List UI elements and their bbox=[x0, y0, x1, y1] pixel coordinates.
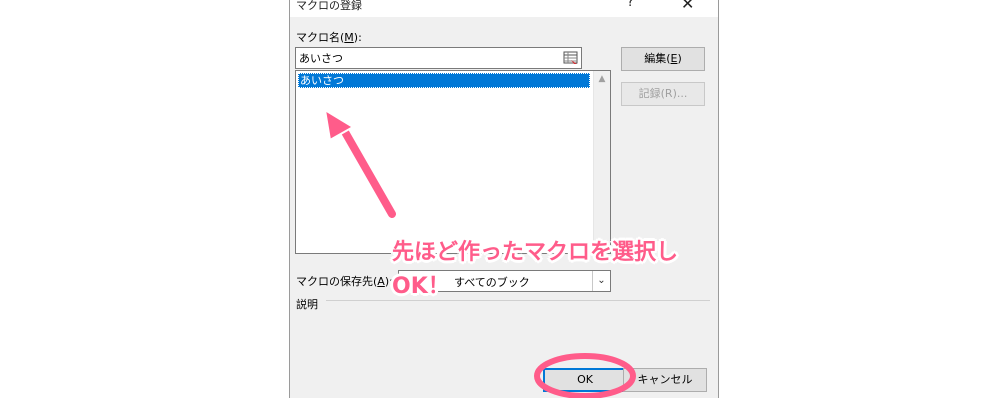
macro-name-label: マクロ名(M): bbox=[296, 31, 362, 44]
close-icon[interactable]: ✕ bbox=[681, 0, 694, 13]
macro-name-field[interactable] bbox=[295, 47, 582, 69]
annotation-line-2: OK！ bbox=[392, 274, 450, 299]
save-location-label: マクロの保存先(A): bbox=[296, 275, 393, 288]
scroll-up-icon[interactable]: ▲ bbox=[594, 71, 610, 88]
range-select-icon[interactable] bbox=[563, 50, 579, 66]
annotation-line-1: 先ほど作ったマクロを選択し bbox=[392, 240, 679, 265]
help-icon[interactable]: ? bbox=[627, 0, 634, 10]
description-label: 説明 bbox=[296, 298, 318, 311]
macro-listbox[interactable]: あいさつ ▲ bbox=[295, 70, 611, 254]
dialog-title: マクロの登録 bbox=[296, 0, 362, 12]
macro-list-item[interactable]: あいさつ bbox=[298, 73, 590, 88]
cancel-button[interactable]: キャンセル bbox=[623, 368, 707, 392]
annotation-callout: 先ほど作ったマクロを選択し OK！ bbox=[392, 236, 678, 304]
dialog-titlebar: マクロの登録 ? ✕ bbox=[290, 0, 718, 17]
ok-button[interactable]: OK bbox=[543, 368, 627, 392]
record-button[interactable]: 記録(R)... bbox=[621, 82, 705, 106]
edit-button[interactable]: 編集(E) bbox=[621, 47, 705, 71]
register-macro-dialog: マクロの登録 ? ✕ マクロ名(M): あいさつ ▲ 編集(E) 記録(R)..… bbox=[289, 0, 719, 398]
listbox-scrollbar[interactable]: ▲ bbox=[593, 71, 610, 253]
macro-name-input[interactable] bbox=[299, 51, 549, 65]
